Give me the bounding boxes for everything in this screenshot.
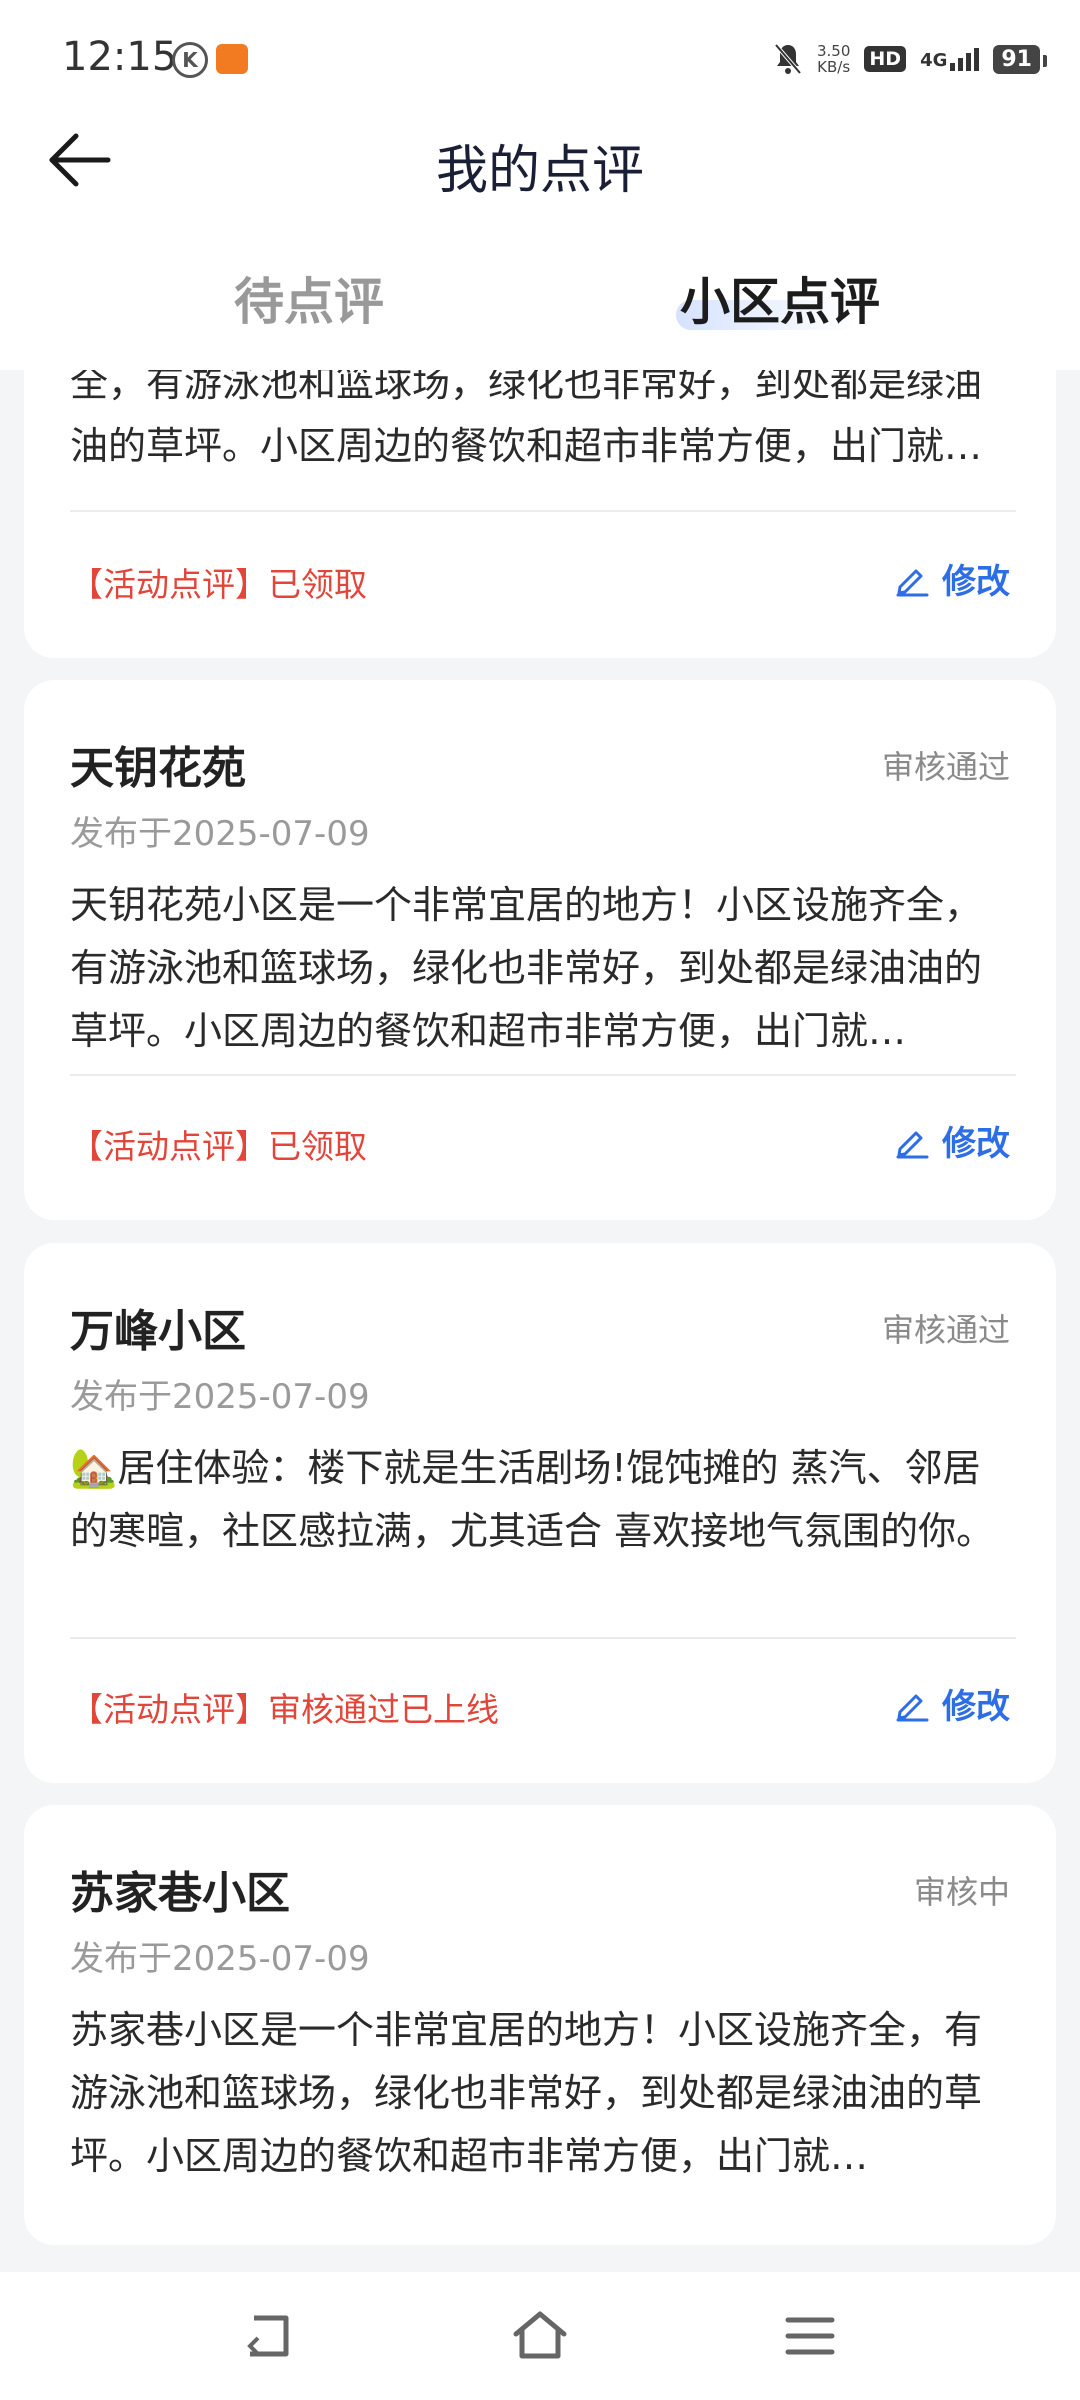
review-card: 天钥花苑 审核通过 发布于2025-07-09 天钥花苑小区是一个非常宜居的地方…	[24, 680, 1056, 1220]
divider	[70, 1074, 1016, 1076]
publish-date: 发布于2025-07-09	[70, 1377, 370, 1417]
page-title: 我的点评	[435, 141, 644, 201]
edit-label: 修改	[942, 1124, 1010, 1164]
pencil-icon	[896, 1694, 929, 1721]
network-type: 4G	[920, 49, 948, 71]
system-nav-bar	[0, 2272, 1080, 2400]
mute-bell-icon	[774, 43, 802, 75]
review-status: 审核通过	[881, 1311, 1010, 1349]
review-card: 万峰小区 审核通过 发布于2025-07-09 🏡居住体验：楼下就是生活剧场!馄…	[24, 1243, 1056, 1783]
net-speed-value: 3.50	[816, 42, 851, 60]
tab-community-reviews[interactable]: 小区点评	[680, 262, 880, 334]
review-text: 苏家巷小区是一个非常宜居的地方！小区设施齐全，有游泳池和篮球场，绿化也非常好，到…	[70, 2008, 983, 2178]
edit-label: 修改	[942, 1687, 1010, 1727]
review-text: 🏡居住体验：楼下就是生活剧场!馄饨摊的 蒸汽、邻居的寒暄，社区感拉满，尤其适合 …	[70, 1446, 995, 1553]
review-status: 审核中	[913, 1873, 1010, 1911]
net-speed-unit: KB/s	[817, 58, 851, 76]
community-name: 万峰小区	[70, 1306, 246, 1357]
net-speed: 3.50 KB/s	[817, 43, 850, 75]
nav-back-button[interactable]	[240, 2308, 300, 2364]
nav-back-icon	[247, 2315, 289, 2357]
review-status: 审核通过	[881, 748, 1010, 786]
nav-menu-button[interactable]	[780, 2308, 840, 2364]
k-app-icon: K	[172, 42, 208, 78]
nav-menu-icon	[785, 2317, 835, 2355]
review-text: 全，有游泳池和篮球场，绿化也非常好，到处都是绿油油的草坪。小区周边的餐饮和超市非…	[70, 370, 983, 468]
activity-tag: 【活动点评】审核通过已上线	[70, 1690, 499, 1729]
review-card: 全，有游泳池和篮球场，绿化也非常好，到处都是绿油油的草坪。小区周边的餐饮和超市非…	[24, 370, 1056, 658]
edit-button[interactable]: 修改	[894, 1679, 1010, 1728]
pencil-icon	[896, 569, 929, 596]
review-card: 苏家巷小区 审核中 发布于2025-07-09 苏家巷小区是一个非常宜居的地方！…	[24, 1805, 1056, 2245]
review-list[interactable]: 全，有游泳池和篮球场，绿化也非常好，到处都是绿油油的草坪。小区周边的餐饮和超市非…	[0, 370, 1080, 2270]
tab-bar: 待点评 小区点评	[0, 262, 1080, 342]
edit-label: 修改	[942, 562, 1010, 602]
edit-button[interactable]: 修改	[894, 554, 1010, 603]
divider	[70, 510, 1016, 512]
hd-badge: HD	[864, 46, 907, 72]
divider	[70, 1637, 1016, 1639]
community-name: 苏家巷小区	[70, 1868, 290, 1919]
community-name: 天钥花苑	[70, 743, 246, 794]
nav-home-button[interactable]	[510, 2308, 570, 2364]
nav-home-icon	[513, 2311, 567, 2359]
review-text: 天钥花苑小区是一个非常宜居的地方！小区设施齐全，有游泳池和篮球场，绿化也非常好，…	[70, 883, 983, 1053]
signal-indicator: 4G	[920, 47, 980, 71]
battery-icon: 91	[993, 44, 1047, 74]
signal-bars-icon	[950, 47, 980, 71]
activity-tag: 【活动点评】已领取	[70, 565, 367, 604]
status-bar: 12:15 K 3.50 KB/s HD 4G 91	[0, 0, 1080, 120]
edit-button[interactable]: 修改	[894, 1116, 1010, 1165]
status-indicators: 3.50 KB/s HD 4G 91	[773, 38, 1047, 80]
publish-date: 发布于2025-07-09	[70, 814, 370, 854]
shop-app-icon	[216, 44, 248, 74]
pencil-icon	[896, 1131, 929, 1158]
tab-pending-reviews[interactable]: 待点评	[234, 262, 384, 334]
publish-date: 发布于2025-07-09	[70, 1939, 370, 1979]
status-time: 12:15	[62, 34, 178, 80]
activity-tag: 【活动点评】已领取	[70, 1127, 367, 1166]
